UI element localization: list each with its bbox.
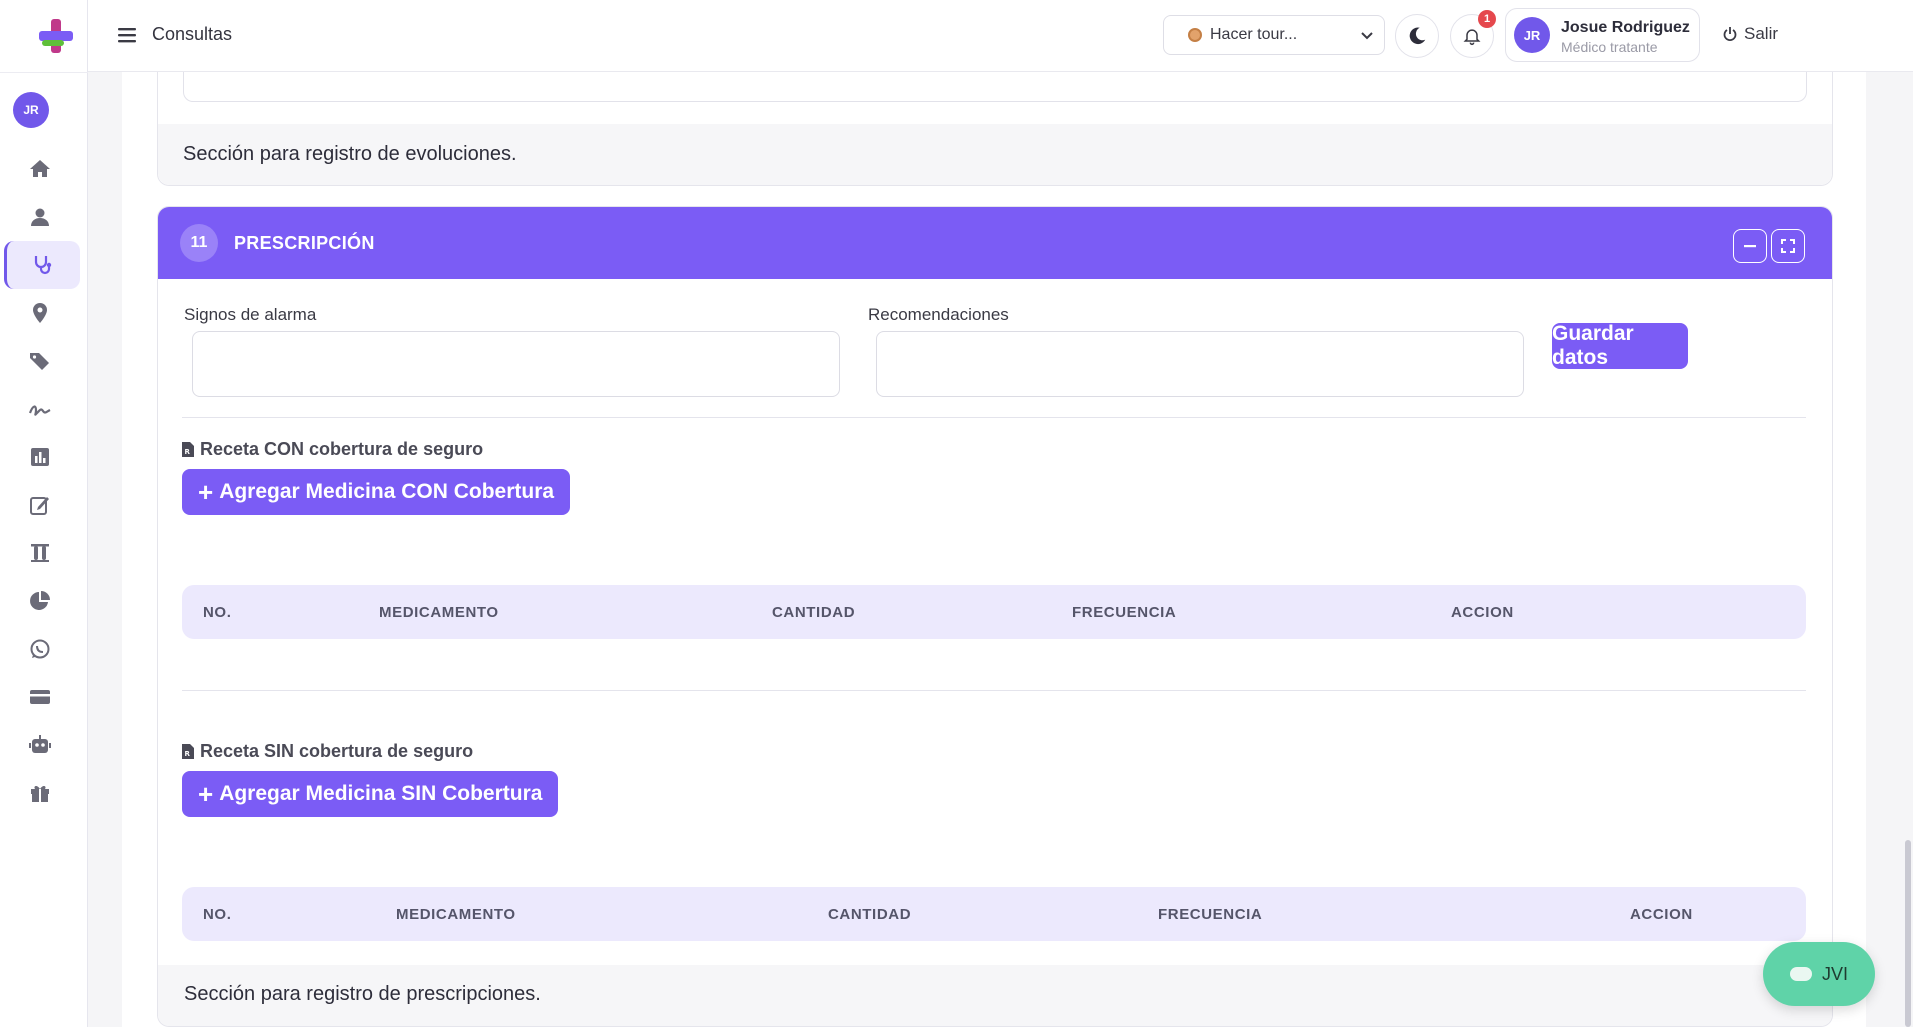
recommendations-label: Recomendaciones [868,305,1009,324]
sidebar-nav [0,145,88,817]
column-header-accion: ACCION [1451,604,1514,621]
medical-cross-logo[interactable] [36,16,76,56]
collapse-button[interactable] [1733,229,1767,263]
logout-label: Salir [1744,24,1779,43]
save-button[interactable]: Guardar datos [1552,322,1688,369]
tour-select-value: Hacer tour... [1210,26,1298,43]
pie-chart-icon [30,591,50,610]
previous-section-footer-text: Sección para registro de evoluciones. [183,143,517,165]
column-header-accion: ACCION [1630,906,1693,923]
bar-chart-icon [31,448,49,466]
page-scrollbar[interactable] [1905,840,1911,1027]
add-medicine-with-insurance-label: Agregar Medicina CON Cobertura [219,480,555,503]
sidebar-item-tags[interactable] [0,337,88,385]
divider [182,417,1806,418]
previous-section-inner-box [183,72,1807,102]
chat-bubble-icon [1789,967,1812,981]
svg-text:R: R [185,750,191,758]
column-header-frecuencia: FRECUENCIA [1072,604,1177,621]
sidebar-item-rewards[interactable] [0,769,88,817]
chevron-down-icon [1361,32,1373,40]
sidebar-item-home[interactable] [0,145,88,193]
column-header-medicamento: MEDICAMENTO [379,604,499,621]
column-header-frecuencia: FRECUENCIA [1158,906,1263,923]
sidebar-item-reports[interactable] [0,433,88,481]
avatar: JR [1514,17,1550,53]
hamburger-menu-icon[interactable] [116,24,138,46]
alarm-signs-textarea[interactable] [192,331,840,397]
home-icon [30,160,50,177]
sidebar-item-statistics[interactable] [0,577,88,625]
edit-icon [30,497,49,515]
table-header-without-insurance: NO. MEDICAMENTO CANTIDAD FRECUENCIA ACCI… [182,887,1806,941]
add-medicine-with-insurance-button[interactable]: + Agregar Medicina CON Cobertura [182,469,571,515]
column-header-no: NO. [203,604,232,621]
signature-icon [28,405,51,416]
sidebar-item-whatsapp[interactable] [0,625,88,673]
user-icon [31,208,49,226]
credit-card-icon [30,690,50,704]
add-medicine-without-insurance-button[interactable]: + Agregar Medicina SIN Cobertura [182,771,559,817]
plus-icon: + [198,779,214,809]
prescription-card: 11 PRESCRIPCIÓN Signos de alarma Recomen… [157,206,1833,1027]
stethoscope-icon [34,256,52,275]
file-prescription-icon: R [182,744,194,759]
sidebar: JR [0,0,88,1027]
chat-assistant-button[interactable]: JVI [1763,942,1875,1006]
tags-icon [30,353,49,370]
robot-icon [29,735,51,753]
minus-icon [1744,245,1756,248]
map-pin-icon [33,303,47,323]
user-menu[interactable]: JR Josue Rodriguez Médico tratante [1505,8,1700,62]
add-medicine-without-insurance-label: Agregar Medicina SIN Cobertura [219,782,543,805]
column-header-cantidad: CANTIDAD [772,604,856,621]
plus-icon: + [198,477,214,507]
alarm-signs-label: Signos de alarma [184,305,317,324]
svg-text:R: R [185,448,191,456]
whatsapp-icon [30,639,50,659]
prescription-footer-text: Sección para registro de prescripciones. [184,983,541,1005]
sidebar-item-billing[interactable] [0,673,88,721]
dark-mode-toggle[interactable] [1395,14,1439,58]
moon-icon [1409,27,1426,45]
user-name: Josue Rodriguez [1561,19,1690,36]
sidebar-item-notes[interactable] [0,481,88,529]
user-role: Médico tratante [1561,39,1658,55]
bell-icon [1463,29,1481,46]
chat-label: JVI [1821,963,1848,984]
sidebar-item-signature[interactable] [0,385,88,433]
rx-with-insurance-label: R Receta CON cobertura de seguro [182,439,483,460]
sidebar-item-locations[interactable] [0,289,88,337]
page-title: Consultas [152,24,233,44]
file-prescription-icon: R [182,442,194,457]
logout-button[interactable]: Salir [1722,24,1778,44]
sidebar-item-patients[interactable] [0,193,88,241]
column-header-medicamento: MEDICAMENTO [396,906,516,923]
rx-without-insurance-text: Receta SIN cobertura de seguro [200,741,474,761]
section-title: PRESCRIPCIÓN [234,233,375,253]
sidebar-item-lab[interactable] [0,529,88,577]
compass-icon [1188,28,1202,42]
table-header-with-insurance: NO. MEDICAMENTO CANTIDAD FRECUENCIA ACCI… [182,585,1806,639]
fullscreen-button[interactable] [1771,229,1805,263]
sidebar-avatar[interactable]: JR [13,92,49,128]
notification-badge: 1 [1478,10,1496,28]
recommendations-textarea[interactable] [876,331,1524,397]
power-icon [1723,27,1737,41]
rx-with-insurance-text: Receta CON cobertura de seguro [200,439,484,459]
prescription-card-header: 11 PRESCRIPCIÓN [158,207,1832,279]
sidebar-item-consultations[interactable] [4,241,80,289]
column-header-cantidad: CANTIDAD [828,906,912,923]
test-tubes-icon [31,544,49,562]
section-number-badge: 11 [180,224,218,262]
sidebar-item-assistant[interactable] [0,721,88,769]
gift-icon [31,785,49,802]
rx-without-insurance-label: R Receta SIN cobertura de seguro [182,741,473,762]
expand-icon [1781,239,1795,253]
divider [182,690,1806,691]
column-header-no: NO. [203,906,232,923]
tour-select[interactable]: Hacer tour... [1163,15,1385,55]
sidebar-divider [0,72,88,73]
